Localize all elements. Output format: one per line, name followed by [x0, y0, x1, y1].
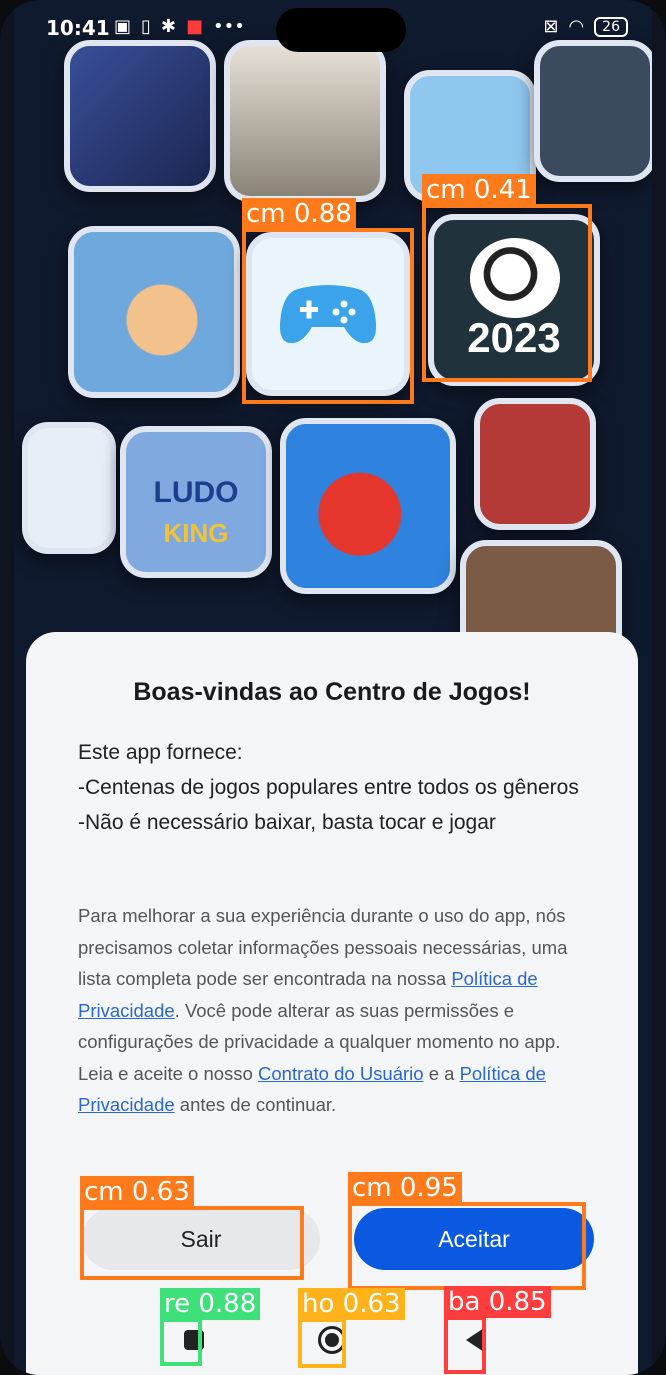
status-icons-left: ▣ ▯ ✱ ■ •••: [114, 16, 245, 37]
tile-ludo-text-1: LUDO: [153, 476, 239, 509]
exit-button[interactable]: Sair: [82, 1208, 320, 1270]
navigation-bar: [26, 1322, 638, 1362]
privacy-text: antes de continuar.: [174, 1094, 337, 1115]
accept-button[interactable]: Aceitar: [354, 1208, 594, 1270]
game-tile-element-blocks[interactable]: [64, 40, 216, 192]
football-icon: [470, 238, 560, 318]
screen: 2023 LUDO KING 10:41 ▣ ▯ ✱ ■ ••• ⊠ ◠ 26 …: [14, 0, 652, 1375]
game-center-app-tile[interactable]: [246, 232, 410, 396]
game-tile-ludo-king[interactable]: LUDO KING: [120, 426, 272, 578]
camera-notch: [276, 8, 406, 52]
privacy-paragraph: Para melhorar a sua experiência durante …: [78, 900, 594, 1121]
dialog-title: Boas-vindas ao Centro de Jogos!: [133, 678, 531, 706]
home-icon[interactable]: [318, 1326, 346, 1354]
tile-football-text: 2023: [467, 314, 561, 361]
game-tile-football-2023[interactable]: 2023: [428, 214, 600, 386]
game-tile-baby[interactable]: [404, 70, 536, 202]
status-bar: 10:41 ▣ ▯ ✱ ■ ••• ⊠ ◠ 26: [14, 0, 652, 60]
status-icons-right: ⊠ ◠ 26: [543, 16, 628, 37]
bullet-item: -Centenas de jogos populares entre todos…: [78, 776, 579, 799]
app-notification-icon: ■: [186, 16, 204, 37]
more-icon: •••: [213, 16, 245, 37]
back-icon[interactable]: [466, 1328, 484, 1352]
status-time: 10:41: [46, 16, 110, 40]
wifi-icon: ◠: [568, 16, 585, 37]
user-contract-link[interactable]: Contrato do Usuário: [258, 1063, 424, 1084]
phone-frame: 2023 LUDO KING 10:41 ▣ ▯ ✱ ■ ••• ⊠ ◠ 26 …: [0, 0, 666, 1375]
game-tile-plant[interactable]: [474, 398, 596, 530]
gear-icon: ✱: [160, 16, 177, 37]
intro-heading: Este app fornece:: [78, 741, 243, 764]
dialog-intro: Este app fornece: -Centenas de jogos pop…: [78, 736, 598, 841]
sim-icon: ▯: [141, 16, 151, 37]
privacy-text: e a: [423, 1062, 460, 1084]
battery-indicator: 26: [594, 16, 628, 37]
game-tile-subway-surfers[interactable]: [68, 226, 240, 398]
no-sim-icon: ⊠: [543, 16, 559, 37]
bullet-item: -Não é necessário baixar, basta tocar e …: [78, 811, 496, 834]
nfc-icon: ▣: [114, 16, 132, 37]
gamepad-icon: [279, 285, 377, 344]
game-tile-racing[interactable]: [534, 40, 652, 182]
welcome-dialog: Boas-vindas ao Centro de Jogos! Este app…: [26, 632, 638, 1375]
game-tile-candy-crush[interactable]: [280, 418, 456, 594]
game-tile-free-fire[interactable]: [224, 40, 386, 202]
tile-ludo-text-2: KING: [163, 518, 229, 548]
game-tile-cat[interactable]: [22, 422, 116, 554]
recents-icon[interactable]: [184, 1330, 204, 1350]
